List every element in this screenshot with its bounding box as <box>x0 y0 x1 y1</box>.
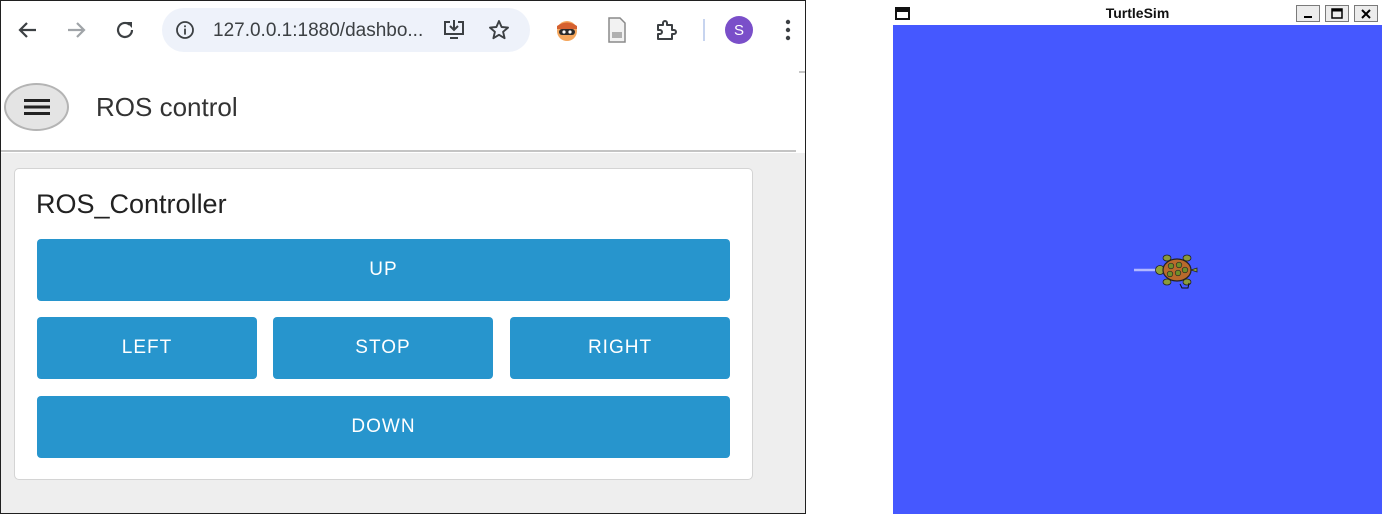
reload-icon[interactable] <box>110 15 140 45</box>
stop-button[interactable]: STOP <box>273 317 493 379</box>
toolbar-divider <box>703 19 705 41</box>
left-button[interactable]: LEFT <box>37 317 257 379</box>
maximize-icon[interactable] <box>1325 5 1349 22</box>
hamburger-icon <box>23 99 50 115</box>
star-icon[interactable] <box>484 15 514 45</box>
turtle-icon <box>1155 254 1198 289</box>
back-arrow-icon[interactable] <box>13 15 43 45</box>
puzzle-icon[interactable] <box>651 15 681 45</box>
browser-window: 127.0.0.1:1880/dashbo... S ROS control R… <box>0 0 806 514</box>
kebab-menu-icon[interactable] <box>773 15 803 45</box>
turtlesim-titlebar: TurtleSim <box>893 3 1382 25</box>
forward-arrow-icon[interactable] <box>61 15 91 45</box>
turtlesim-window: TurtleSim <box>893 3 1382 514</box>
up-button[interactable]: UP <box>37 239 730 301</box>
turtlesim-canvas <box>893 25 1382 514</box>
down-button[interactable]: DOWN <box>37 396 730 458</box>
info-icon[interactable] <box>170 15 200 45</box>
address-bar[interactable]: 127.0.0.1:1880/dashbo... <box>162 8 530 52</box>
close-icon[interactable] <box>1354 5 1378 22</box>
ninja-extension-icon[interactable] <box>552 15 582 45</box>
scrollbar-arrow[interactable] <box>799 71 805 73</box>
profile-avatar[interactable]: S <box>725 16 753 44</box>
card-title: ROS_Controller <box>36 189 227 219</box>
document-extension-icon[interactable] <box>602 15 632 45</box>
app-header: ROS control <box>1 62 796 152</box>
page-title: ROS control <box>96 92 238 122</box>
url-text[interactable]: 127.0.0.1:1880/dashbo... <box>213 20 423 42</box>
hamburger-menu-button[interactable] <box>4 83 69 131</box>
browser-toolbar: 127.0.0.1:1880/dashbo... S <box>1 1 805 61</box>
right-button[interactable]: RIGHT <box>510 317 730 379</box>
install-app-icon[interactable] <box>439 15 469 45</box>
minimize-icon[interactable] <box>1296 5 1320 22</box>
